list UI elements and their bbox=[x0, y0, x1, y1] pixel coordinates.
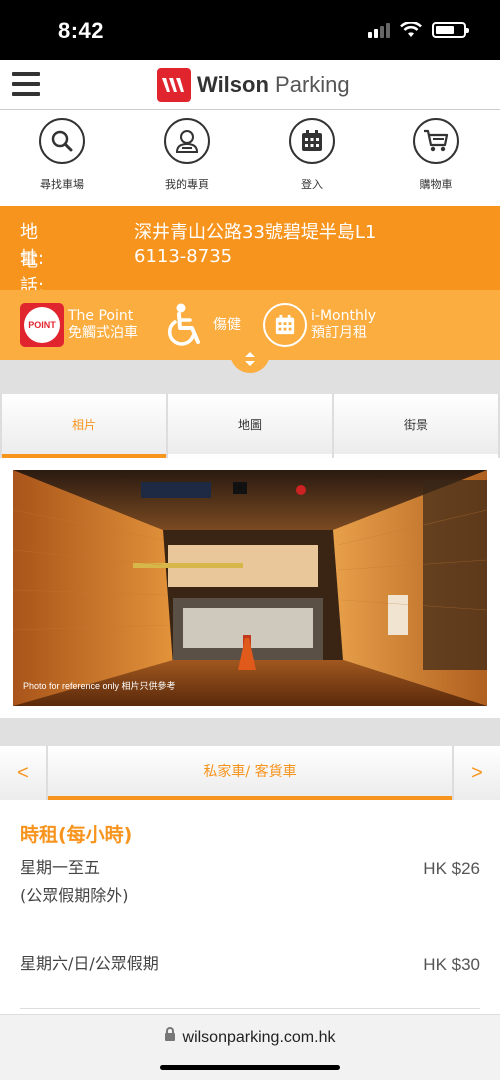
rate-weekend-price: HK $30 bbox=[423, 955, 480, 974]
imonthly-calendar-icon bbox=[263, 303, 307, 347]
status-time: 8:42 bbox=[58, 18, 105, 43]
quick-nav-label: 我的專頁 bbox=[165, 178, 209, 191]
wilson-logo-mark-icon bbox=[157, 68, 191, 102]
rate-weekday-line1: 星期一至五 bbox=[20, 858, 101, 877]
divider bbox=[20, 1008, 480, 1009]
browser-url-bar[interactable]: wilsonparking.com.hk bbox=[0, 1014, 500, 1080]
brand-rest: Parking bbox=[275, 72, 350, 97]
prev-vehicle-button[interactable]: < bbox=[0, 746, 46, 800]
rate-weekend-label: 星期六/日/公眾假期 bbox=[20, 954, 159, 973]
tab-street-view[interactable]: 街景 bbox=[334, 394, 498, 458]
hourly-rates: 時租(每小時) 星期一至五 (公眾假期除外) HK $26 星期六/日/公眾假期… bbox=[0, 800, 500, 1015]
status-icons bbox=[368, 22, 469, 38]
the-point-feature[interactable]: The Point 免觸式泊車 bbox=[68, 308, 138, 342]
brand-bold: Wilson bbox=[197, 72, 269, 97]
quick-nav-label: 登入 bbox=[301, 178, 323, 191]
url-display[interactable]: wilsonparking.com.hk bbox=[0, 1026, 500, 1047]
media-tabs: 相片 地圖 街景 bbox=[0, 394, 500, 458]
accessible-label: 傷健 bbox=[213, 317, 241, 333]
status-bar: 8:42 bbox=[0, 0, 500, 60]
rate-weekday-label: 星期一至五 (公眾假期除外) bbox=[20, 854, 129, 910]
search-icon bbox=[39, 118, 85, 164]
the-point-subtitle: 免觸式泊車 bbox=[68, 325, 138, 341]
imonthly-feature[interactable]: i-Monthly 預訂月租 bbox=[311, 308, 376, 342]
section-gap bbox=[0, 718, 500, 746]
imonthly-title: i-Monthly bbox=[311, 308, 376, 324]
phone-value[interactable]: 6113-8735 bbox=[134, 246, 232, 267]
site-header: Wilson Parking bbox=[0, 60, 500, 110]
wheelchair-icon bbox=[167, 303, 200, 346]
imonthly-subtitle: 預訂月租 bbox=[311, 325, 367, 341]
photo-caption: Photo for reference only 相片只供參考 bbox=[23, 681, 176, 691]
rate-weekday-line2: (公眾假期除外) bbox=[20, 886, 129, 905]
profile-icon bbox=[164, 118, 210, 164]
wifi-icon bbox=[400, 22, 422, 37]
tab-photos[interactable]: 相片 bbox=[2, 394, 166, 458]
menu-icon[interactable] bbox=[12, 72, 40, 96]
cellular-signal-icon bbox=[368, 22, 390, 38]
quick-nav-label: 尋找車場 bbox=[40, 178, 84, 191]
url-text: wilsonparking.com.hk bbox=[182, 1029, 336, 1046]
cart-icon bbox=[413, 118, 459, 164]
vehicle-type-selector: < 私家車/ 客貨車 > bbox=[0, 746, 500, 800]
battery-icon bbox=[432, 22, 469, 38]
address-value: 深井青山公路33號碧堤半島L1 bbox=[134, 222, 377, 243]
rate-weekday-price: HK $26 bbox=[423, 859, 480, 878]
quick-nav-find-carpark[interactable]: 尋找車場 bbox=[17, 118, 107, 192]
quick-nav-login[interactable]: 登入 bbox=[267, 118, 357, 192]
vehicle-type-label: 私家車/ 客貨車 bbox=[48, 746, 452, 800]
wilson-logo[interactable]: Wilson Parking bbox=[157, 68, 350, 102]
home-indicator[interactable] bbox=[160, 1065, 340, 1070]
quick-nav: 尋找車場 我的專頁 登入 購物車 bbox=[0, 111, 500, 206]
the-point-logo: POINT bbox=[20, 303, 64, 347]
tab-map[interactable]: 地圖 bbox=[168, 394, 332, 458]
quick-nav-label: 購物車 bbox=[419, 178, 453, 191]
quick-nav-my-page[interactable]: 我的專頁 bbox=[142, 118, 232, 192]
next-vehicle-button[interactable]: > bbox=[454, 746, 500, 800]
carpark-info: 地址: 深井青山公路33號碧堤半島L1 電話: 6113-8735 bbox=[0, 206, 500, 297]
quick-nav-cart[interactable]: 購物車 bbox=[391, 118, 481, 192]
the-point-logo-text: POINT bbox=[24, 307, 60, 343]
lock-icon bbox=[164, 1026, 175, 1041]
photo-panel: Photo for reference only 相片只供參考 bbox=[0, 458, 500, 718]
the-point-title: The Point bbox=[68, 308, 134, 324]
wilson-logo-text: Wilson Parking bbox=[197, 72, 350, 98]
carpark-photo[interactable]: Photo for reference only 相片只供參考 bbox=[13, 470, 487, 706]
rates-title: 時租(每小時) bbox=[20, 824, 133, 846]
calendar-icon bbox=[289, 118, 335, 164]
